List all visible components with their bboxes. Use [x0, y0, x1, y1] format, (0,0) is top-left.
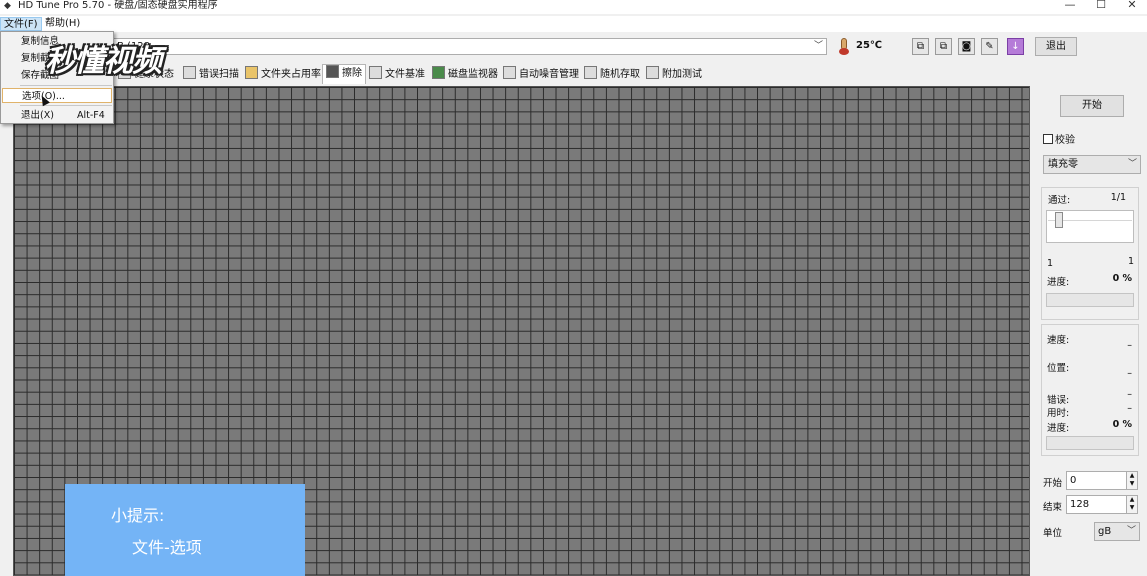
- close-button[interactable]: ✕: [1117, 0, 1147, 12]
- thermometer-icon: [838, 38, 850, 55]
- position-value: –: [1127, 368, 1132, 379]
- copy-info-icon[interactable]: ⧉: [912, 38, 929, 55]
- tab-extra-tests[interactable]: 附加测试: [646, 66, 702, 84]
- trash-icon: [326, 65, 339, 78]
- slider-thumb[interactable]: [1055, 212, 1063, 228]
- left-margin: [0, 86, 13, 576]
- drive-select[interactable]: B (128 ﹀: [112, 38, 827, 55]
- camera-icon[interactable]: ◙: [958, 38, 975, 55]
- start-spinner[interactable]: ▲ ▼: [1126, 471, 1138, 490]
- speed-value: –: [1127, 340, 1132, 351]
- slider-min: 1: [1047, 258, 1054, 269]
- exit-button[interactable]: 退出: [1035, 37, 1077, 56]
- chevron-down-icon: ﹀: [813, 41, 823, 51]
- unit-label: 单位: [1043, 528, 1063, 539]
- end-field-label: 结束: [1043, 502, 1063, 513]
- verify-checkbox[interactable]: 校验: [1043, 131, 1075, 146]
- tab-random-access[interactable]: 随机存取: [584, 66, 640, 84]
- monitor-icon: [432, 66, 445, 79]
- window-title: HD Tune Pro 5.70 - 硬盘/固态硬盘实用程序: [18, 0, 218, 11]
- menu-item-exit[interactable]: 退出(X) Alt-F4: [2, 108, 112, 123]
- copy-screenshot-icon[interactable]: ⧉: [935, 38, 952, 55]
- tab-bar: 健康状态 错误扫描 文件夹占用率 擦除 文件基准 磁盘监视器 自动噪音管理 随机…: [0, 64, 1147, 84]
- menu-bar: 文件(F) 帮助(H): [0, 16, 1147, 32]
- chevron-down-icon: ﹀: [1127, 159, 1137, 169]
- menu-help[interactable]: 帮助(H): [42, 17, 83, 31]
- tab-error-scan[interactable]: 错误扫描: [183, 66, 239, 84]
- menu-item-exit-accel: Alt-F4: [77, 110, 105, 121]
- download-icon[interactable]: ↓: [1007, 38, 1024, 55]
- chart-icon: [584, 66, 597, 79]
- minimize-button[interactable]: —: [1055, 0, 1085, 12]
- menu-file[interactable]: 文件(F): [0, 17, 42, 31]
- app-icon: ◆: [4, 1, 11, 11]
- hint-title: 小提示:: [111, 506, 165, 525]
- start-field-label: 开始: [1043, 478, 1063, 489]
- start-button[interactable]: 开始: [1060, 95, 1124, 117]
- magnifier-icon: [183, 66, 196, 79]
- menu-separator: [20, 105, 112, 106]
- chevron-down-icon: ﹀: [1126, 526, 1136, 536]
- extra-tests-icon: [646, 66, 659, 79]
- progress-bar: [1046, 293, 1134, 307]
- temperature-value: 25℃: [856, 40, 883, 51]
- fill-mode-select[interactable]: 填充零 ﹀: [1043, 155, 1141, 174]
- end-field[interactable]: 128: [1066, 495, 1127, 514]
- title-bar: ◆ HD Tune Pro 5.70 - 硬盘/固态硬盘实用程序 — ☐ ✕: [0, 0, 1147, 14]
- progress2-label: 进度:: [1047, 423, 1070, 434]
- menu-separator: [20, 85, 112, 86]
- tab-erase[interactable]: 擦除: [322, 64, 366, 84]
- time-label: 用时:: [1047, 408, 1070, 419]
- error-label: 错误:: [1047, 395, 1070, 406]
- progress2-value: 0 %: [1112, 419, 1132, 430]
- pass-value: 1/1: [1110, 192, 1126, 203]
- slider-max: 1: [1127, 256, 1134, 267]
- maximize-button[interactable]: ☐: [1086, 0, 1116, 12]
- error-value: –: [1127, 389, 1132, 400]
- tab-noise-management[interactable]: 自动噪音管理: [503, 66, 579, 84]
- progress-value: 0 %: [1112, 273, 1132, 284]
- tab-disk-monitor[interactable]: 磁盘监视器: [432, 66, 498, 84]
- menu-item-options[interactable]: 选项(O)...: [2, 88, 112, 103]
- file-benchmark-icon: [369, 66, 382, 79]
- tab-folder-usage[interactable]: 文件夹占用率: [245, 66, 321, 84]
- position-label: 位置:: [1047, 363, 1070, 374]
- start-field[interactable]: 0: [1066, 471, 1127, 490]
- unit-select[interactable]: gB ﹀: [1094, 522, 1140, 541]
- pass-label: 通过:: [1048, 195, 1071, 206]
- checkbox-icon: [1043, 134, 1053, 144]
- hint-text: 文件-选项: [132, 538, 202, 557]
- time-value: –: [1127, 403, 1132, 414]
- speaker-icon: [503, 66, 516, 79]
- settings-icon[interactable]: ✎: [981, 38, 998, 55]
- progress2-bar: [1046, 436, 1134, 450]
- folder-icon: [245, 66, 258, 79]
- progress-label: 进度:: [1047, 277, 1070, 288]
- end-spinner[interactable]: ▲ ▼: [1126, 495, 1138, 514]
- watermark-logo: 秒懂视频: [45, 44, 162, 79]
- hint-box: 小提示: 文件-选项: [65, 484, 305, 576]
- tab-file-benchmark[interactable]: 文件基准: [369, 66, 425, 84]
- speed-label: 速度:: [1047, 335, 1070, 346]
